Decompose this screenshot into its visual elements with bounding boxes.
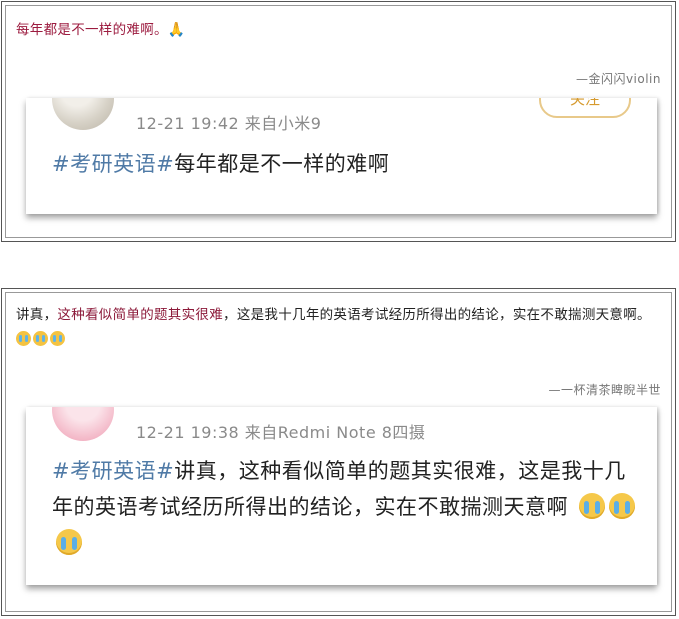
crying-face-icon — [33, 331, 48, 346]
pray-emoji-icon: 🙏 — [167, 22, 186, 38]
post-card-1: 每年都是不一样的难啊。🙏 —金闪闪violin 关注 12-21 19:42 来… — [1, 1, 676, 242]
attribution: —金闪闪violin — [575, 72, 661, 86]
crying-face-icon — [56, 529, 82, 555]
post-body: 每年都是不一样的难啊 — [174, 152, 390, 176]
hashtag-link[interactable]: #考研英语# — [52, 459, 174, 483]
avatar — [52, 407, 114, 441]
post-meta: 12-21 19:42 来自小米9 — [136, 114, 322, 133]
follow-button[interactable]: 关注 — [539, 98, 631, 118]
crying-face-icon — [50, 331, 65, 346]
weibo-screenshot-2: 12-21 19:38 来自Redmi Note 8四摄 #考研英语#讲真，这种… — [26, 407, 657, 585]
post-caption-2: 讲真，这种看似简单的题其实很难，这是我十几年的英语考试经历所得出的结论，实在不敢… — [16, 303, 661, 353]
post-text: #考研英语#讲真，这种看似简单的题其实很难，这是我十几年的英语考试经历所得出的结… — [52, 453, 637, 561]
caption-after: ，这是我十几年的英语考试经历所得出的结论，实在不敢揣测天意啊。 — [223, 307, 651, 323]
post-caption-1: 每年都是不一样的难啊。🙏 — [16, 18, 661, 43]
caption-text: 每年都是不一样的难啊。 — [16, 22, 168, 38]
post-card-2: 讲真，这种看似简单的题其实很难，这是我十几年的英语考试经历所得出的结论，实在不敢… — [1, 288, 676, 616]
attribution: —一杯清茶睥睨半世 — [548, 383, 661, 397]
weibo-screenshot-1: 关注 12-21 19:42 来自小米9 #考研英语#每年都是不一样的难啊 — [26, 98, 657, 214]
crying-face-icon — [579, 493, 606, 519]
avatar — [52, 98, 114, 130]
crying-face-icon — [16, 331, 31, 346]
hashtag-link[interactable]: #考研英语# — [52, 152, 174, 176]
post-meta: 12-21 19:38 来自Redmi Note 8四摄 — [136, 423, 426, 442]
caption-before: 讲真， — [16, 307, 58, 323]
crying-face-icon — [609, 493, 636, 519]
post-text: #考研英语#每年都是不一样的难啊 — [52, 146, 637, 182]
caption-highlight: 这种看似简单的题其实很难 — [57, 307, 224, 323]
